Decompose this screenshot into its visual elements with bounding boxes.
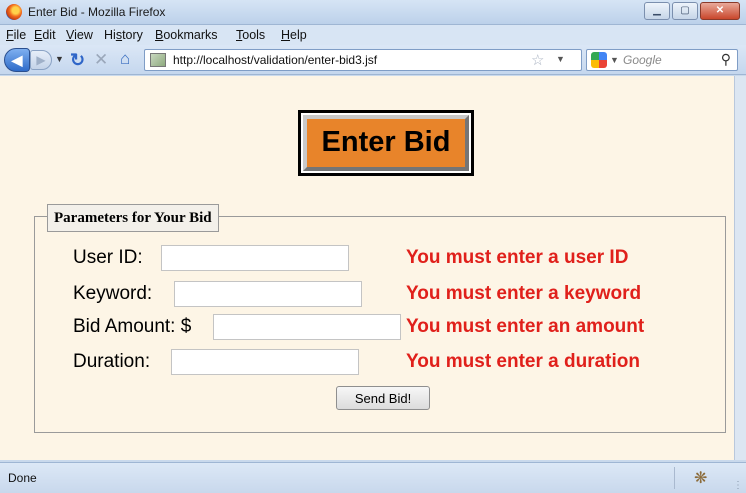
resize-grip-icon[interactable]: ⋮ xyxy=(733,480,743,491)
menu-view-rest: iew xyxy=(74,28,93,42)
menu-history-rest: tory xyxy=(122,28,143,42)
minimize-button[interactable]: ▁ xyxy=(644,2,670,20)
google-engine-icon[interactable] xyxy=(591,52,607,68)
menu-history-pre: Hi xyxy=(104,28,116,42)
title-bar: Enter Bid - Mozilla Firefox ▁ ▢ ✕ xyxy=(0,0,746,25)
bid-amount-error: You must enter an amount xyxy=(406,316,645,337)
menu-bar: File Edit View History Bookmarks Tools H… xyxy=(0,25,746,45)
menu-tools[interactable]: Tools xyxy=(236,28,265,42)
status-bar: Done ❋ ⋮ xyxy=(0,462,746,493)
search-box[interactable]: ▼ Google ⚲ xyxy=(586,49,738,71)
menu-file-rest: ile xyxy=(13,28,27,42)
page-content: Enter Bid Parameters for Your Bid User I… xyxy=(0,76,734,460)
stop-icon[interactable]: ✕ xyxy=(94,50,108,70)
duration-label: Duration: xyxy=(73,351,151,372)
address-bar[interactable]: http://localhost/validation/enter-bid3.j… xyxy=(144,49,582,71)
search-placeholder[interactable]: Google xyxy=(623,53,662,67)
window-title: Enter Bid - Mozilla Firefox xyxy=(28,5,166,19)
site-favicon-icon xyxy=(150,53,166,67)
bid-amount-field[interactable] xyxy=(213,314,401,340)
keyword-field[interactable] xyxy=(174,281,362,307)
navigation-toolbar: ◀ ▶ ▼ ↻ ✕ ⌂ http://localhost/validation/… xyxy=(0,45,746,75)
keyword-error: You must enter a keyword xyxy=(406,283,642,304)
duration-error: You must enter a duration xyxy=(406,351,641,372)
window-controls: ▁ ▢ ✕ xyxy=(642,2,740,20)
maximize-button[interactable]: ▢ xyxy=(672,2,698,20)
menu-bookmarks-rest: ookmarks xyxy=(163,28,218,42)
reload-icon[interactable]: ↻ xyxy=(70,50,85,71)
user-id-field[interactable] xyxy=(161,245,349,271)
status-divider xyxy=(674,467,675,489)
fieldset-legend: Parameters for Your Bid xyxy=(47,204,219,232)
engine-dropdown-icon[interactable]: ▼ xyxy=(610,55,619,65)
search-icon[interactable]: ⚲ xyxy=(721,51,731,68)
home-icon[interactable]: ⌂ xyxy=(120,49,130,69)
url-text[interactable]: http://localhost/validation/enter-bid3.j… xyxy=(173,53,377,67)
user-id-error: You must enter a user ID xyxy=(406,247,629,268)
history-dropdown-icon[interactable]: ▼ xyxy=(55,54,64,64)
close-button[interactable]: ✕ xyxy=(700,2,740,20)
bid-amount-label: Bid Amount: $ xyxy=(73,316,192,337)
menu-help[interactable]: Help xyxy=(281,28,307,42)
menu-view[interactable]: View xyxy=(66,28,93,42)
firefox-logo-icon xyxy=(6,4,22,20)
page-heading: Enter Bid xyxy=(303,115,469,171)
vertical-scrollbar[interactable] xyxy=(734,76,746,460)
menu-file-access-key: F xyxy=(6,28,14,42)
menu-help-access-key: H xyxy=(281,28,291,42)
addon-bug-icon[interactable]: ❋ xyxy=(694,468,707,488)
menu-help-rest: elp xyxy=(290,28,307,42)
user-id-label: User ID: xyxy=(73,247,143,268)
menu-tools-rest: ools xyxy=(242,28,266,42)
send-bid-button[interactable]: Send Bid! xyxy=(336,386,430,410)
url-dropdown-icon[interactable]: ▼ xyxy=(556,54,565,64)
forward-icon[interactable]: ▶ xyxy=(30,50,52,70)
menu-edit[interactable]: Edit xyxy=(34,28,56,42)
keyword-label: Keyword: xyxy=(73,283,153,304)
page-heading-frame: Enter Bid xyxy=(298,110,474,176)
menu-history[interactable]: History xyxy=(104,28,143,42)
menu-edit-rest: dit xyxy=(42,28,56,42)
star-icon[interactable]: ☆ xyxy=(531,51,544,69)
duration-field[interactable] xyxy=(171,349,359,375)
menu-file[interactable]: File xyxy=(6,28,26,42)
back-icon[interactable]: ◀ xyxy=(4,48,30,72)
menu-view-access-key: V xyxy=(66,28,75,42)
status-text: Done xyxy=(8,471,37,485)
menu-bookmarks[interactable]: Bookmarks xyxy=(155,28,218,42)
